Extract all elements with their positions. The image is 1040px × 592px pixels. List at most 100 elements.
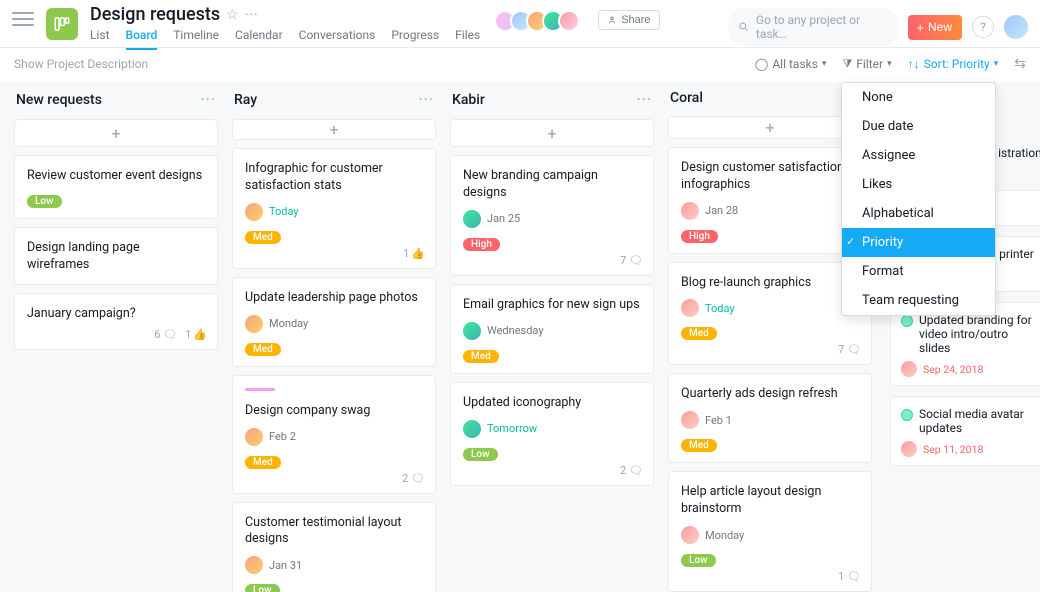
task-card[interactable]: Help article layout design brainstorm Mo… — [668, 471, 872, 592]
sort-option-assignee[interactable]: Assignee — [842, 141, 995, 170]
filter-all-tasks[interactable]: ◯ All tasks ▾ — [755, 57, 827, 71]
task-title: Updated iconography — [463, 395, 641, 412]
task-card[interactable]: Update leadership page photos Monday Med — [232, 277, 436, 367]
task-card[interactable]: Design company swag Feb 2 Med 2 🗨 — [232, 375, 436, 494]
top-bar: Design requests ☆ ··· List Board Timelin… — [0, 0, 1040, 48]
filter-button[interactable]: ⧩ Filter ▾ — [842, 57, 891, 71]
help-button[interactable]: ? — [972, 16, 994, 38]
column-menu-icon[interactable]: ··· — [636, 90, 652, 109]
priority-tag: Low — [27, 195, 62, 208]
tab-list[interactable]: List — [90, 28, 110, 50]
hamburger-icon[interactable] — [12, 8, 34, 30]
tab-board[interactable]: Board — [126, 28, 158, 50]
column-title: Kabir — [452, 92, 485, 108]
add-card-button[interactable]: + — [450, 119, 654, 147]
customize-icon[interactable]: ⇆ — [1014, 56, 1026, 72]
task-card[interactable]: Review customer event designs Low — [14, 155, 218, 219]
task-title: January campaign? — [27, 306, 205, 323]
task-title: Customer testimonial layout designs — [245, 515, 423, 549]
column-menu-icon[interactable]: ··· — [418, 90, 434, 109]
priority-tag: Low — [681, 554, 716, 567]
task-card[interactable]: Email graphics for new sign ups Wednesda… — [450, 284, 654, 374]
assignee-avatar — [245, 203, 263, 221]
add-card-button[interactable]: + — [232, 119, 436, 140]
sort-option-duedate[interactable]: Due date — [842, 112, 995, 141]
project-title: Design requests — [90, 4, 220, 25]
comment-count: 6 🗨 — [154, 328, 177, 341]
task-card-completed[interactable]: Social media avatar updates Sep 11, 2018 — [890, 396, 1040, 466]
tab-conversations[interactable]: Conversations — [299, 28, 376, 50]
tab-calendar[interactable]: Calendar — [235, 28, 283, 50]
task-card[interactable]: Updated iconography Tomorrow Low 2 🗨 — [450, 382, 654, 486]
search-input[interactable]: Go to any project or task… — [728, 8, 898, 46]
sort-button[interactable]: ↑↓ Sort: Priority ▾ — [908, 57, 999, 71]
assignee-avatar — [245, 556, 263, 574]
project-menu-icon[interactable]: ··· — [245, 7, 259, 23]
task-card[interactable]: January campaign? 6 🗨 1 👍 — [14, 293, 218, 350]
assignee-avatar — [463, 322, 481, 340]
task-title: Updated branding for video intro/outro s… — [919, 313, 1037, 355]
sort-option-team[interactable]: Team requesting — [842, 286, 995, 315]
priority-tag: High — [681, 230, 718, 243]
tab-timeline[interactable]: Timeline — [173, 28, 219, 50]
assignee-avatar — [901, 441, 917, 457]
priority-tag: Med — [245, 456, 281, 469]
comment-count: 7 🗨 — [620, 254, 643, 267]
share-button[interactable]: Share — [598, 10, 659, 30]
project-icon — [46, 8, 78, 40]
new-button[interactable]: +New — [908, 15, 962, 40]
sort-option-priority[interactable]: Priority — [842, 228, 995, 257]
task-title: Update leadership page photos — [245, 290, 423, 307]
avatar[interactable] — [558, 10, 580, 32]
task-title: Review customer event designs — [27, 168, 205, 185]
due-date: Feb 1 — [705, 414, 732, 427]
task-card[interactable]: New branding campaign designs Jan 25 Hig… — [450, 155, 654, 276]
like-count: 1 👍 — [185, 328, 207, 341]
comment-count: 7 🗨 — [838, 343, 861, 356]
sort-option-alphabetical[interactable]: Alphabetical — [842, 199, 995, 228]
like-count: 1 👍 — [403, 247, 425, 260]
task-card[interactable]: Quarterly ads design refresh Feb 1 Med — [668, 373, 872, 463]
assignee-avatar — [245, 428, 263, 446]
task-card[interactable]: Customer testimonial layout designs Jan … — [232, 502, 436, 592]
project-tag-bar — [245, 388, 275, 391]
check-icon — [901, 315, 913, 327]
priority-tag: Low — [245, 584, 280, 592]
tab-files[interactable]: Files — [455, 28, 480, 50]
share-label: Share — [621, 14, 650, 26]
task-title: Social media avatar updates — [919, 407, 1037, 435]
task-title: New branding campaign designs — [463, 168, 641, 202]
assignee-avatar — [681, 411, 699, 429]
priority-tag: Med — [245, 231, 281, 244]
show-description-link[interactable]: Show Project Description — [14, 57, 148, 71]
task-title: Infographic for customer satisfaction st… — [245, 161, 423, 195]
task-title: Email graphics for new sign ups — [463, 297, 641, 314]
assignee-avatar — [681, 299, 699, 317]
due-date: Monday — [269, 317, 308, 330]
task-card[interactable]: Infographic for customer satisfaction st… — [232, 148, 436, 269]
column-menu-icon[interactable]: ··· — [200, 90, 216, 109]
due-date: Today — [269, 205, 299, 218]
sort-option-none[interactable]: None — [842, 83, 995, 112]
priority-tag: Med — [681, 327, 717, 340]
add-card-button[interactable]: + — [14, 119, 218, 147]
star-icon[interactable]: ☆ — [226, 7, 239, 23]
search-placeholder: Go to any project or task… — [756, 13, 888, 41]
me-avatar[interactable] — [1004, 15, 1028, 39]
task-card[interactable]: Design landing page wireframes — [14, 227, 218, 285]
tab-progress[interactable]: Progress — [391, 28, 439, 50]
priority-tag: Med — [463, 350, 499, 363]
priority-tag: Low — [463, 448, 498, 461]
assignee-avatar — [681, 202, 699, 220]
title-block: Design requests ☆ ··· List Board Timelin… — [90, 4, 480, 50]
task-title: Quarterly ads design refresh — [681, 386, 859, 403]
task-title: Design company swag — [245, 403, 423, 420]
task-title: Help article layout design brainstorm — [681, 484, 859, 518]
due-date: Jan 28 — [705, 204, 738, 217]
member-avatars[interactable] — [494, 10, 580, 32]
sort-option-likes[interactable]: Likes — [842, 170, 995, 199]
due-date: Jan 25 — [487, 212, 520, 225]
sort-option-format[interactable]: Format — [842, 257, 995, 286]
comment-count: 2 🗨 — [620, 464, 643, 477]
column-title: Coral — [670, 90, 703, 106]
